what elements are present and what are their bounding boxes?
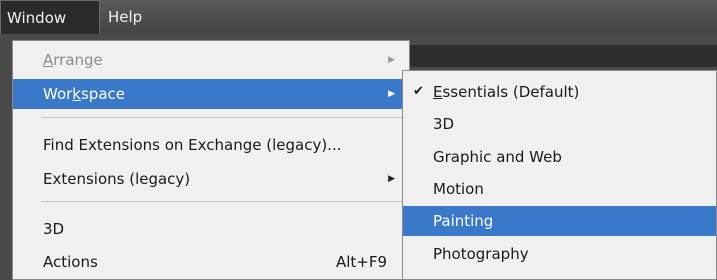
- submenu-arrow-icon: ▶: [388, 89, 395, 99]
- checkmark-icon: ✔: [413, 84, 424, 99]
- workspace-item-motion-label: Motion: [433, 180, 484, 198]
- menu-item-actions-shortcut: Alt+F9: [335, 253, 387, 271]
- workspace-item-photography-label: Photography: [433, 245, 529, 263]
- menu-item-3d[interactable]: 3D: [13, 214, 409, 244]
- window-menu: Arrange ▶ Workspace ▶ Find Extensions on…: [12, 40, 410, 280]
- menu-bar: Window Help: [0, 0, 717, 34]
- submenu-arrow-icon: ▶: [388, 174, 395, 184]
- menu-item-arrange[interactable]: Arrange ▶: [13, 45, 409, 75]
- workspace-item-motion[interactable]: Motion: [403, 174, 716, 204]
- menubar-window-label: Window: [7, 9, 67, 27]
- menubar-help-label: Help: [108, 8, 143, 26]
- submenu-arrow-icon: ▶: [388, 55, 395, 65]
- background-panel: [408, 45, 717, 67]
- menu-item-extensions-legacy-label: Extensions (legacy): [43, 170, 191, 188]
- workspace-item-painting[interactable]: Painting: [403, 206, 716, 236]
- workspace-item-graphic-and-web-label: Graphic and Web: [433, 148, 562, 166]
- menu-item-3d-label: 3D: [43, 220, 65, 238]
- workspace-item-3d-label: 3D: [433, 115, 455, 133]
- menu-item-workspace[interactable]: Workspace ▶: [13, 79, 409, 109]
- menubar-help[interactable]: Help: [102, 0, 148, 34]
- menu-item-actions-label: Actions: [43, 253, 98, 271]
- workspace-item-essentials[interactable]: ✔ Essentials (Default): [403, 77, 716, 107]
- workspace-submenu: ✔ Essentials (Default) 3D Graphic and We…: [402, 70, 717, 280]
- workspace-item-essentials-label: Essentials (Default): [433, 83, 580, 101]
- menu-separator: [41, 201, 405, 202]
- menu-item-find-extensions[interactable]: Find Extensions on Exchange (legacy)...: [13, 130, 409, 160]
- menubar-window[interactable]: Window: [0, 0, 100, 34]
- workspace-item-3d[interactable]: 3D: [403, 109, 716, 139]
- menu-separator: [41, 117, 405, 118]
- workspace-item-painting-label: Painting: [433, 212, 494, 230]
- workspace-item-graphic-and-web[interactable]: Graphic and Web: [403, 142, 716, 172]
- menu-item-arrange-label: Arrange: [43, 51, 103, 69]
- menu-item-actions[interactable]: Actions Alt+F9: [13, 247, 409, 277]
- menu-item-extensions-legacy[interactable]: Extensions (legacy) ▶: [13, 164, 409, 194]
- menu-item-workspace-label: Workspace: [43, 85, 125, 103]
- menu-item-find-extensions-label: Find Extensions on Exchange (legacy)...: [43, 136, 342, 154]
- workspace-item-photography[interactable]: Photography: [403, 239, 716, 269]
